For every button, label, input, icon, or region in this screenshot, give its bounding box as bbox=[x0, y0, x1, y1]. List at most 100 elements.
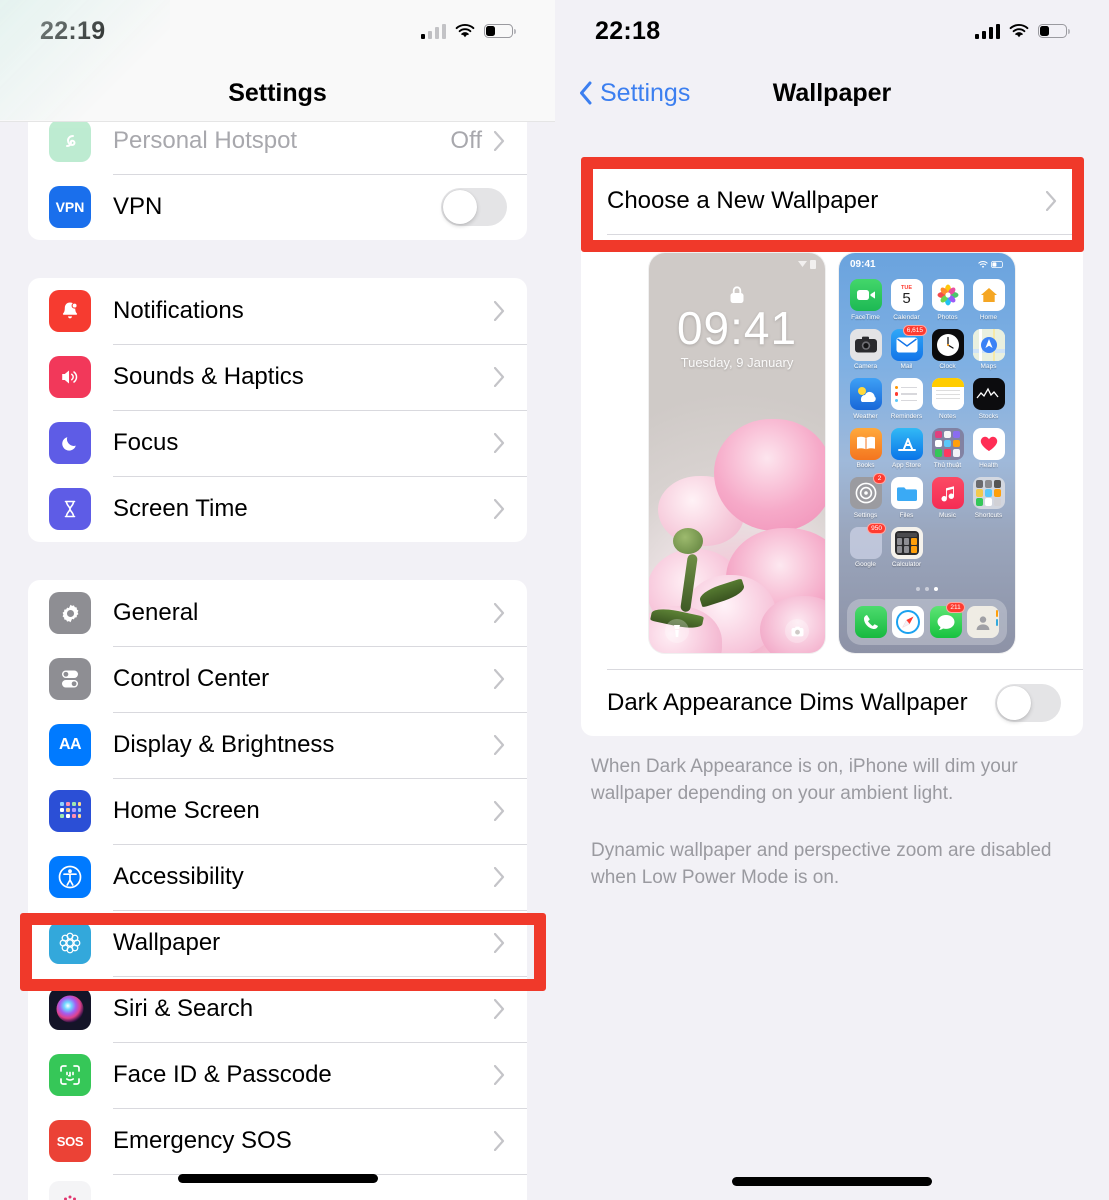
app-icon-calculator[interactable]: Calculator bbox=[889, 526, 924, 568]
settings-row-sounds-haptics[interactable]: Sounds & Haptics bbox=[28, 344, 527, 410]
chevron-right-icon bbox=[1046, 191, 1057, 211]
cellular-signal-icon bbox=[420, 23, 446, 39]
app-icon-reminders[interactable]: Reminders bbox=[889, 378, 924, 420]
screen-time-hourglass-icon bbox=[49, 488, 91, 530]
control-center-icon bbox=[49, 658, 91, 700]
app-icon-music[interactable]: Music bbox=[930, 477, 965, 519]
app-label: Clock bbox=[939, 363, 956, 370]
settings-row-siri-search[interactable]: Siri & Search bbox=[28, 976, 527, 1042]
settings-row-control-center[interactable]: Control Center bbox=[28, 646, 527, 712]
calendar-day-number: 5 bbox=[902, 290, 911, 308]
app-label: Google bbox=[855, 561, 876, 568]
app-label: Calculator bbox=[891, 561, 922, 568]
settings-row-display-brightness[interactable]: AA Display & Brightness bbox=[28, 712, 527, 778]
wifi-icon bbox=[1009, 23, 1029, 39]
app-icon-facetime[interactable]: FaceTime bbox=[848, 279, 883, 321]
app-icon-health[interactable]: Health bbox=[971, 427, 1006, 469]
app-folder-google[interactable]: 950 Google bbox=[848, 522, 886, 568]
settings-panel: Personal Hotspot Off VPN VPN Notificatio… bbox=[0, 0, 555, 1200]
app-icon-app-store[interactable]: App Store bbox=[889, 427, 924, 469]
app-label: Stocks bbox=[978, 412, 999, 420]
home-screen-preview[interactable]: 09:41 FaceTime TUE 5 Calendar Photos Hom… bbox=[839, 253, 1015, 653]
app-icon-weather[interactable]: Weather bbox=[848, 378, 883, 420]
chevron-right-icon bbox=[494, 131, 505, 151]
vpn-toggle[interactable] bbox=[441, 188, 507, 226]
app-icon-clock[interactable]: Clock bbox=[930, 328, 965, 370]
dark-appearance-row[interactable]: Dark Appearance Dims Wallpaper bbox=[581, 670, 1083, 736]
settings-row-emergency-sos[interactable]: SOS Emergency SOS bbox=[28, 1108, 527, 1174]
app-folder-thu-thuat[interactable]: Thủ thuật bbox=[930, 427, 965, 469]
dark-appearance-label: Dark Appearance Dims Wallpaper bbox=[607, 689, 968, 716]
notifications-bell-icon bbox=[49, 290, 91, 332]
sos-icon-text: SOS bbox=[56, 1133, 84, 1149]
chevron-right-icon bbox=[494, 1065, 505, 1085]
settings-row-vpn[interactable]: VPN VPN bbox=[28, 174, 527, 240]
app-icon-maps[interactable]: Maps bbox=[971, 328, 1006, 370]
battery-icon bbox=[484, 24, 516, 38]
dark-appearance-toggle[interactable] bbox=[995, 684, 1061, 722]
settings-row-general[interactable]: General bbox=[28, 580, 527, 646]
status-time: 22:19 bbox=[40, 16, 106, 45]
camera-icon[interactable] bbox=[785, 619, 809, 643]
app-icon-home[interactable]: Home bbox=[971, 279, 1006, 321]
settings-row-label: Focus bbox=[113, 429, 179, 456]
badge-count: 6,615 bbox=[902, 324, 927, 336]
chevron-right-icon bbox=[494, 999, 505, 1019]
back-button[interactable]: Settings bbox=[579, 79, 690, 108]
app-label: Maps bbox=[980, 363, 997, 370]
app-label: Camera bbox=[853, 363, 878, 370]
home-status-icons bbox=[978, 259, 1004, 270]
settings-row-label: Personal Hotspot bbox=[113, 127, 298, 154]
app-icon-stocks[interactable]: Stocks bbox=[971, 378, 1006, 420]
face-id-icon bbox=[49, 1054, 91, 1096]
vpn-icon: VPN bbox=[49, 186, 91, 228]
app-icon-calendar[interactable]: TUE 5 Calendar bbox=[889, 279, 924, 321]
settings-row-wallpaper[interactable]: Wallpaper bbox=[28, 910, 527, 976]
dock-icon-messages[interactable]: 211 bbox=[929, 602, 965, 638]
screenshot-root: Personal Hotspot Off VPN VPN Notificatio… bbox=[0, 0, 1109, 1200]
app-icon-mail[interactable]: 6,615 Mail bbox=[889, 324, 927, 370]
app-label: Home bbox=[979, 313, 998, 321]
battery-icon bbox=[1038, 24, 1070, 38]
settings-row-label: Screen Time bbox=[113, 495, 248, 522]
app-icon-camera[interactable]: Camera bbox=[848, 328, 883, 370]
settings-row-screen-time[interactable]: Screen Time bbox=[28, 476, 527, 542]
settings-row-label: Home Screen bbox=[113, 797, 260, 824]
choose-new-wallpaper-row[interactable]: Choose a New Wallpaper bbox=[581, 168, 1083, 234]
chevron-right-icon bbox=[494, 735, 505, 755]
peony-flowers-image bbox=[649, 393, 825, 653]
lock-screen-quick-actions bbox=[649, 619, 825, 643]
dock-icon-phone[interactable] bbox=[854, 606, 887, 638]
settings-row-focus[interactable]: Focus bbox=[28, 410, 527, 476]
lock-status-icons bbox=[798, 260, 816, 269]
settings-row-home-screen[interactable]: Home Screen bbox=[28, 778, 527, 844]
app-icon-files[interactable]: Files bbox=[889, 477, 924, 519]
app-icon-settings[interactable]: 2 Settings bbox=[848, 473, 886, 519]
app-label: Music bbox=[939, 511, 956, 519]
settings-group-system: General Control Center AA Display & Brig… bbox=[28, 580, 527, 1200]
app-label: Weather bbox=[853, 412, 878, 420]
accessibility-icon bbox=[49, 856, 91, 898]
chevron-right-icon bbox=[494, 603, 505, 623]
settings-scroll-area[interactable]: Personal Hotspot Off VPN VPN Notificatio… bbox=[0, 0, 555, 1200]
dock-icon-safari[interactable] bbox=[892, 606, 925, 638]
wifi-icon bbox=[455, 23, 475, 39]
app-icon-notes[interactable]: Notes bbox=[930, 378, 965, 420]
settings-row-accessibility[interactable]: Accessibility bbox=[28, 844, 527, 910]
lock-screen-preview[interactable]: 09:41 Tuesday, 9 January bbox=[649, 253, 825, 653]
settings-row-label: VPN bbox=[113, 193, 163, 220]
settings-row-face-id-passcode[interactable]: Face ID & Passcode bbox=[28, 1042, 527, 1108]
display-icon-text: AA bbox=[58, 736, 82, 753]
app-icon-photos[interactable]: Photos bbox=[930, 279, 965, 321]
siri-icon bbox=[49, 988, 91, 1030]
settings-row-notifications[interactable]: Notifications bbox=[28, 278, 527, 344]
badge-count: 2 bbox=[873, 473, 886, 484]
chevron-right-icon bbox=[494, 301, 505, 321]
dock-icon-contacts[interactable] bbox=[967, 606, 1000, 638]
app-folder-shortcuts[interactable]: Shortcuts bbox=[971, 477, 1006, 519]
flashlight-icon[interactable] bbox=[665, 619, 689, 643]
footnote-dark-appearance: When Dark Appearance is on, iPhone will … bbox=[591, 756, 1018, 804]
app-icon-books[interactable]: Books bbox=[848, 427, 883, 469]
chevron-right-icon bbox=[494, 933, 505, 953]
